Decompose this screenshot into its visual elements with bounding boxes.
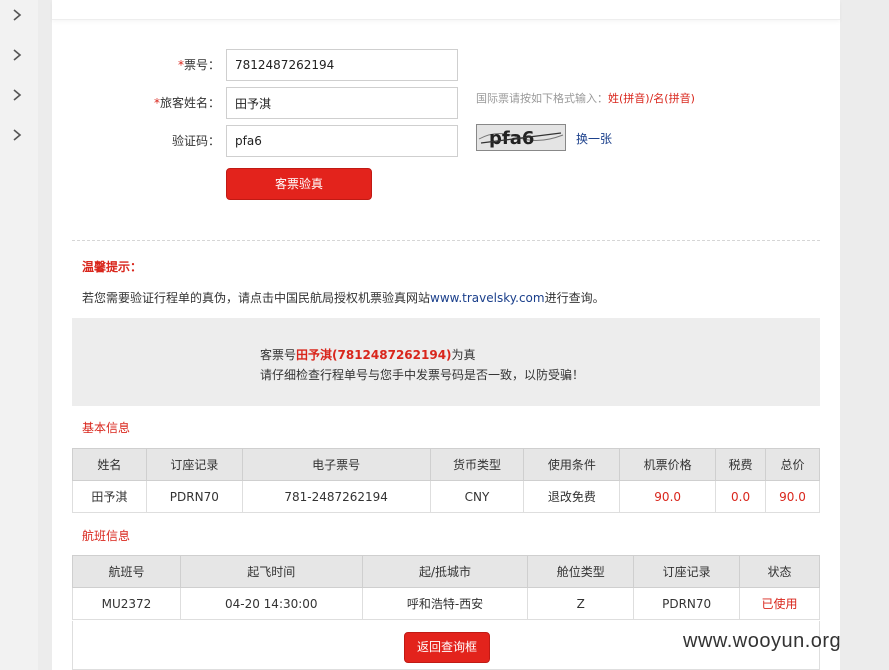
column-header: 电子票号 bbox=[241, 448, 431, 481]
table-cell: CNY bbox=[429, 480, 525, 513]
table-cell: 90.0 bbox=[619, 480, 717, 513]
chevron-right-icon bbox=[10, 128, 24, 142]
passenger-name-label: *旅客姓名： bbox=[120, 87, 220, 119]
table-cell: PDRN70 bbox=[633, 587, 741, 620]
column-header: 总价 bbox=[765, 448, 820, 481]
hint-prefix: 国际票请按如下格式输入： bbox=[476, 92, 608, 105]
captcha-input[interactable] bbox=[226, 125, 458, 157]
column-header: 起飞时间 bbox=[179, 555, 363, 588]
column-header: 机票价格 bbox=[619, 448, 717, 481]
main-panel: *票号： *旅客姓名： 国际票请按如下格式输入：姓(拼音)/名(拼音) 验证码：… bbox=[52, 0, 840, 670]
ticket-number-label: *票号： bbox=[120, 49, 220, 81]
top-nav-bar bbox=[52, 0, 840, 20]
column-header: 状态 bbox=[739, 555, 820, 588]
table-header-row: 姓名 订座记录 电子票号 货币类型 使用条件 机票价格 税费 总价 bbox=[72, 448, 820, 481]
captcha-image: pfa6 bbox=[476, 124, 566, 151]
watermark: www.wooyun.org bbox=[683, 630, 842, 652]
table-row: 田予淇 PDRN70 781-2487262194 CNY 退改免费 90.0 … bbox=[72, 480, 820, 513]
table-cell: 04-20 14:30:00 bbox=[179, 587, 363, 620]
verify-ticket-button[interactable]: 客票验真 bbox=[226, 168, 372, 200]
table-cell: 0.0 bbox=[715, 480, 767, 513]
basic-info-title: 基本信息 bbox=[82, 421, 131, 435]
ticket-number-input[interactable] bbox=[226, 49, 458, 81]
table-cell: 90.0 bbox=[765, 480, 820, 513]
column-header: 税费 bbox=[715, 448, 767, 481]
column-header: 舱位类型 bbox=[527, 555, 635, 588]
column-header: 订座记录 bbox=[633, 555, 741, 588]
tip-text-prefix: 若您需要验证行程单的真伪，请点击中国民航局授权机票验真网站 bbox=[82, 291, 431, 305]
table-cell: MU2372 bbox=[72, 587, 181, 620]
flight-info-title: 航班信息 bbox=[82, 529, 131, 543]
travelsky-link[interactable]: www.travelsky.com bbox=[430, 291, 545, 305]
table-cell: 呼和浩特-西安 bbox=[361, 587, 529, 620]
result-prefix: 客票号 bbox=[260, 348, 297, 362]
name-format-hint: 国际票请按如下格式输入：姓(拼音)/名(拼音) bbox=[476, 92, 695, 106]
chevron-right-icon bbox=[10, 48, 24, 62]
passenger-name-label-text: 旅客姓名： bbox=[159, 96, 220, 110]
result-suffix: 为真 bbox=[451, 348, 476, 362]
table-cell: 田予淇 bbox=[72, 480, 147, 513]
chevron-right-icon bbox=[10, 88, 24, 102]
captcha-text: pfa6 bbox=[489, 128, 534, 149]
column-header: 使用条件 bbox=[523, 448, 621, 481]
ticket-number-label-text: 票号： bbox=[183, 58, 220, 72]
divider bbox=[72, 240, 820, 241]
tip-text-suffix: 进行查询。 bbox=[544, 291, 605, 305]
table-header-row: 航班号 起飞时间 起/抵城市 舱位类型 订座记录 状态 bbox=[72, 555, 820, 588]
table-row: MU2372 04-20 14:30:00 呼和浩特-西安 Z PDRN70 已… bbox=[72, 587, 820, 620]
column-header: 航班号 bbox=[72, 555, 181, 588]
tip-title: 温馨提示： bbox=[82, 260, 143, 274]
captcha-label: 验证码： bbox=[171, 134, 220, 148]
column-header: 货币类型 bbox=[429, 448, 525, 481]
right-gutter bbox=[840, 0, 889, 670]
tip-text: 若您需要验证行程单的真伪，请点击中国民航局授权机票验真网站www.travels… bbox=[82, 289, 605, 306]
result-line-2: 请仔细检查行程单号与您手中发票号码是否一致，以防受骗！ bbox=[260, 368, 585, 382]
table-cell: 退改免费 bbox=[523, 480, 621, 513]
result-line-1: 客票号田予淇(7812487262194)为真 bbox=[260, 346, 476, 363]
back-to-query-button[interactable]: 返回查询框 bbox=[404, 632, 490, 663]
left-sidebar bbox=[0, 0, 38, 670]
result-name-ticket: 田予淇(7812487262194) bbox=[296, 348, 452, 362]
table-cell: Z bbox=[527, 587, 635, 620]
hint-format: 姓(拼音)/名(拼音) bbox=[608, 92, 695, 105]
status-cell: 已使用 bbox=[739, 587, 820, 620]
flight-info-table: 航班号 起飞时间 起/抵城市 舱位类型 订座记录 状态 MU2372 04-20… bbox=[72, 555, 820, 620]
column-header: 姓名 bbox=[72, 448, 147, 481]
table-cell: PDRN70 bbox=[145, 480, 243, 513]
column-header: 订座记录 bbox=[145, 448, 243, 481]
table-cell: 781-2487262194 bbox=[241, 480, 431, 513]
change-captcha-link[interactable]: 换一张 bbox=[576, 130, 612, 147]
column-header: 起/抵城市 bbox=[361, 555, 529, 588]
chevron-right-icon bbox=[10, 8, 24, 22]
passenger-name-input[interactable] bbox=[226, 87, 458, 119]
verification-result: 客票号田予淇(7812487262194)为真 请仔细检查行程单号与您手中发票号… bbox=[72, 318, 820, 406]
basic-info-table: 姓名 订座记录 电子票号 货币类型 使用条件 机票价格 税费 总价 田予淇 PD… bbox=[72, 448, 820, 513]
